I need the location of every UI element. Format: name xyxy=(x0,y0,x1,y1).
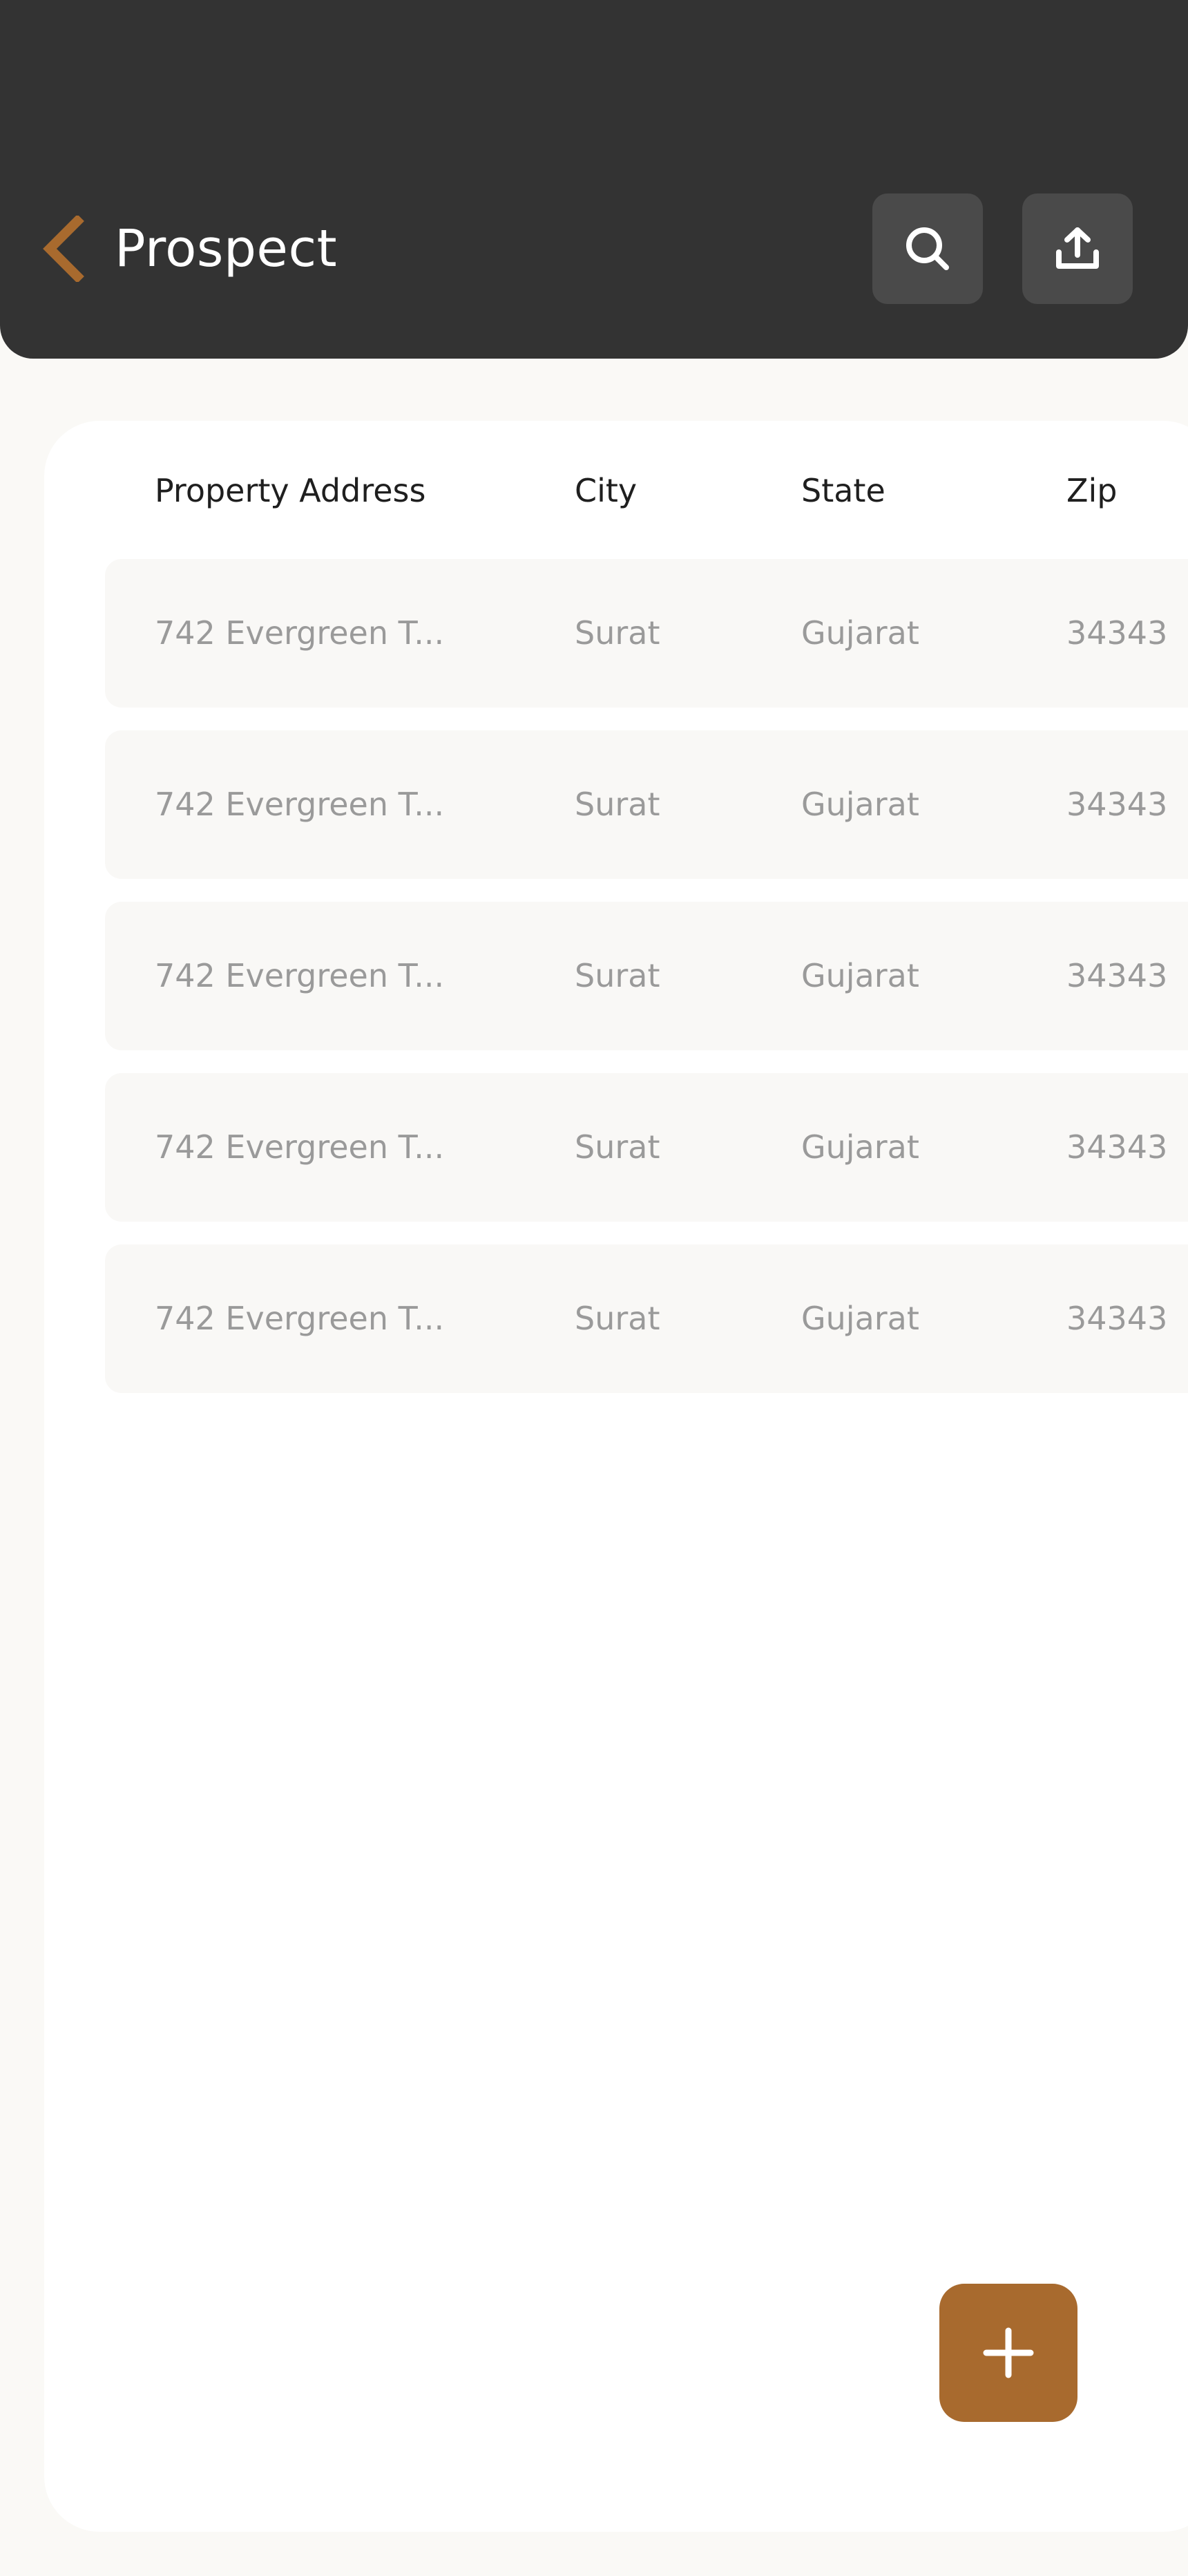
cell-address: 742 Evergreen T... xyxy=(155,786,445,823)
cell-state: Gujarat xyxy=(801,786,919,823)
cell-city: Surat xyxy=(575,1128,660,1166)
cell-city: Surat xyxy=(575,786,660,823)
table-header: Property Address City State Zip xyxy=(0,463,1188,518)
table-row[interactable]: 742 Evergreen T... Surat Gujarat 34343 xyxy=(105,1073,1188,1222)
cell-address: 742 Evergreen T... xyxy=(155,1128,445,1166)
page-title: Prospect xyxy=(115,219,338,278)
upload-icon xyxy=(1056,227,1099,269)
column-header-state: State xyxy=(801,472,885,509)
cell-zip: 34343 xyxy=(1066,614,1168,652)
column-header-address: Property Address xyxy=(155,472,426,509)
chevron-left-icon xyxy=(43,216,84,282)
table-row[interactable]: 742 Evergreen T... Surat Gujarat 34343 xyxy=(105,902,1188,1050)
export-button[interactable] xyxy=(1022,193,1133,304)
search-icon xyxy=(906,227,949,270)
cell-zip: 34343 xyxy=(1066,1128,1168,1166)
cell-zip: 34343 xyxy=(1066,957,1168,994)
column-header-city: City xyxy=(575,472,638,509)
cell-city: Surat xyxy=(575,1300,660,1337)
table-row[interactable]: 742 Evergreen T... Surat Gujarat 34343 xyxy=(105,1244,1188,1393)
table-row[interactable]: 742 Evergreen T... Surat Gujarat 34343 xyxy=(105,730,1188,879)
cell-city: Surat xyxy=(575,957,660,994)
cell-zip: 34343 xyxy=(1066,1300,1168,1337)
cell-zip: 34343 xyxy=(1066,786,1168,823)
cell-state: Gujarat xyxy=(801,957,919,994)
search-button[interactable] xyxy=(872,193,983,304)
cell-address: 742 Evergreen T... xyxy=(155,957,445,994)
table-row[interactable]: 742 Evergreen T... Surat Gujarat 34343 xyxy=(105,559,1188,708)
app-header: Prospect xyxy=(0,0,1188,359)
cell-address: 742 Evergreen T... xyxy=(155,614,445,652)
cell-state: Gujarat xyxy=(801,1128,919,1166)
back-button[interactable] xyxy=(39,214,87,283)
column-header-zip: Zip xyxy=(1066,472,1118,509)
cell-city: Surat xyxy=(575,614,660,652)
plus-icon xyxy=(983,2327,1034,2378)
cell-address: 742 Evergreen T... xyxy=(155,1300,445,1337)
cell-state: Gujarat xyxy=(801,1300,919,1337)
add-button[interactable] xyxy=(939,2284,1077,2422)
cell-state: Gujarat xyxy=(801,614,919,652)
